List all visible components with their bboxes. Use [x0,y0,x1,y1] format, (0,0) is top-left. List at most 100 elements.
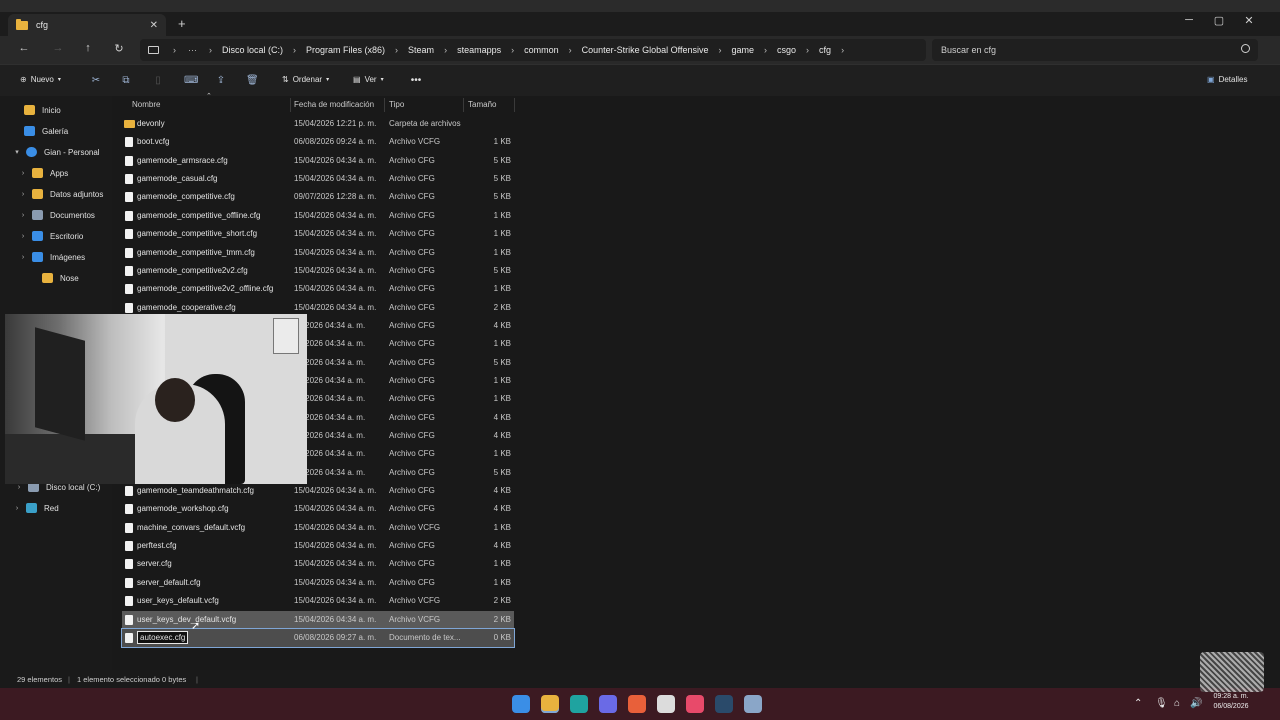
breadcrumb-steam[interactable]: Steam [404,45,438,55]
tab-cfg[interactable]: cfg ✕ [8,14,166,36]
sidebar-item-apps[interactable]: › Apps [0,163,112,183]
file-row[interactable]: gamemode_teamdeathmatch.cfg 15/04/2026 04… [122,482,514,500]
chevron-right-icon[interactable]: › [18,170,28,177]
chevron-right-icon[interactable]: › [12,505,22,512]
breadcrumb-game[interactable]: game [728,45,759,55]
file-type: Documento de tex... [389,632,461,642]
close-tab-icon[interactable]: ✕ [150,20,158,31]
file-type: Archivo CFG [389,302,435,312]
breadcrumb-disco-local[interactable]: Disco local (C:) [218,45,287,55]
address-bar[interactable]: › ··· › Disco local (C:) › Program Files… [140,39,926,61]
rename-icon[interactable]: ⌨ [184,75,198,87]
column-header-name[interactable]: Nombre [132,100,160,109]
steam-icon[interactable] [715,695,733,713]
app-orange-icon[interactable] [628,695,646,713]
refresh-button[interactable]: ↻ [111,42,127,55]
chevron-right-icon[interactable]: › [18,212,28,219]
file-icon [125,210,133,221]
breadcrumb-steamapps[interactable]: steamapps [453,45,505,55]
sidebar-item-documentos[interactable]: › Documentos [0,205,112,225]
volume-icon[interactable]: 🔊 [1190,698,1202,709]
delete-icon[interactable]: 🗑 [246,75,259,87]
chatgpt-icon[interactable] [657,695,675,713]
paste-icon[interactable]: ▯ [152,75,164,87]
file-row[interactable]: gamemode_competitive2v2.cfg 15/04/2026 04… [122,262,514,280]
breadcrumb-csgo-folder[interactable]: Counter-Strike Global Offensive [578,45,713,55]
edge-icon[interactable] [570,695,588,713]
file-row[interactable]: gamemode_competitive_tmm.cfg 15/04/2026 0… [122,244,514,262]
file-type: Archivo CFG [389,155,435,165]
file-row[interactable]: autoexec.cfg 06/08/2026 09:27 a. m. Docume… [121,627,515,648]
file-row[interactable]: gamemode_competitive_short.cfg 15/04/2026… [122,225,514,243]
sort-button[interactable]: ⇅ Ordenar ▾ [282,75,329,84]
breadcrumb-cfg[interactable]: cfg [815,45,835,55]
discord-icon[interactable] [599,695,617,713]
column-divider[interactable] [514,98,515,112]
breadcrumb-csgo[interactable]: csgo [773,45,800,55]
forward-button[interactable]: → [50,42,66,54]
copy-icon[interactable]: ⧉ [120,75,132,87]
file-row[interactable]: user_keys_dev_default.vcfg 15/04/2026 04:… [122,610,514,629]
new-button[interactable]: ⊕ Nuevo ▾ [20,75,61,84]
sidebar-item-onedrive[interactable]: ▾ Gian - Personal [0,142,112,162]
sidebar-item-inicio[interactable]: Inicio [0,100,112,120]
system-clock[interactable]: 09:28 a. m. 06/08/2026 [1203,692,1259,712]
file-row[interactable]: gamemode_workshop.cfg 15/04/2026 04:34 a.… [122,500,514,518]
back-button[interactable]: ← [16,42,32,54]
sidebar-item-nose[interactable]: Nose [0,268,112,288]
column-divider[interactable] [384,98,385,112]
folder-row[interactable]: devonly 15/04/2026 12:21 p. m. Carpeta de … [122,115,514,133]
file-row[interactable]: user_keys_default.vcfg 15/04/2026 04:34 a… [122,592,514,610]
minimize-button[interactable]: ─ [1174,14,1204,26]
column-header-date[interactable]: Fecha de modificación [294,100,374,109]
more-options-icon[interactable]: ••• [410,75,422,87]
chevron-down-icon[interactable]: ▾ [12,148,22,156]
music-icon[interactable] [686,695,704,713]
chevron-right-icon[interactable]: › [18,233,28,240]
file-row[interactable]: boot.vcfg 06/08/2026 09:24 a. m. Archivo V… [122,133,514,151]
file-type: Archivo VCFG [389,137,441,147]
breadcrumb-program-files[interactable]: Program Files (x86) [302,45,389,55]
new-tab-button[interactable]: + [178,16,186,31]
sidebar-item-imagenes[interactable]: › Imágenes [0,247,112,267]
share-icon[interactable]: ⇪ [215,75,227,87]
more-crumbs-icon[interactable]: ··· [182,45,203,55]
microphone-icon[interactable]: 🎙 [1155,698,1168,709]
file-row[interactable]: machine_convars_default.vcfg 15/04/2026 0… [122,519,514,537]
chevron-right-icon[interactable]: › [18,191,28,198]
network-status-icon[interactable]: ⌂ [1174,698,1180,709]
column-divider[interactable] [290,98,291,112]
file-row[interactable]: gamemode_armsrace.cfg 15/04/2026 04:34 a.… [122,152,514,170]
sidebar-item-red[interactable]: › Red [0,498,112,518]
file-type: Archivo CFG [389,449,435,459]
file-row[interactable]: server.cfg 15/04/2026 04:34 a. m. Archivo … [122,555,514,573]
file-row[interactable]: gamemode_competitive_offline.cfg 15/04/20… [122,207,514,225]
breadcrumb-common[interactable]: common [520,45,563,55]
close-window-button[interactable]: ✕ [1234,14,1264,27]
sidebar-item-escritorio[interactable]: › Escritorio [0,226,112,246]
sidebar-item-datos-adjuntos[interactable]: › Datos adjuntos [0,184,112,204]
details-button[interactable]: ▣ Detalles [1207,75,1247,84]
file-row[interactable]: perftest.cfg 15/04/2026 04:34 a. m. Archiv… [122,537,514,555]
show-hidden-icons-icon[interactable]: ⌃ [1134,698,1142,709]
up-button[interactable]: ↑ [80,42,96,54]
column-header-size[interactable]: Tamaño [468,100,496,109]
sidebar-item-galeria[interactable]: Galería [0,121,112,141]
view-button[interactable]: ▤ Ver ▾ [353,75,384,84]
file-row[interactable]: server_default.cfg 15/04/2026 04:34 a. m.… [122,574,514,592]
column-divider[interactable] [463,98,464,112]
cut-icon[interactable]: ✂ [90,75,102,87]
rename-input[interactable]: autoexec.cfg [137,630,189,644]
chevron-right-icon[interactable]: › [18,254,28,261]
file-row[interactable]: gamemode_competitive.cfg 09/07/2026 12:28… [122,188,514,206]
search-input[interactable]: Buscar en cfg [932,39,1258,61]
settings-icon[interactable] [744,695,762,713]
column-header-type[interactable]: Tipo [389,100,404,109]
start-icon[interactable] [512,695,530,713]
file-row[interactable]: gamemode_competitive2v2_offline.cfg 15/04… [122,280,514,298]
maximize-button[interactable]: ▢ [1204,14,1234,27]
file-explorer-icon[interactable] [541,695,559,713]
chevron-right-icon[interactable]: › [14,484,24,491]
file-size: 5 KB [493,192,511,202]
file-row[interactable]: gamemode_casual.cfg 15/04/2026 04:34 a. m… [122,170,514,188]
